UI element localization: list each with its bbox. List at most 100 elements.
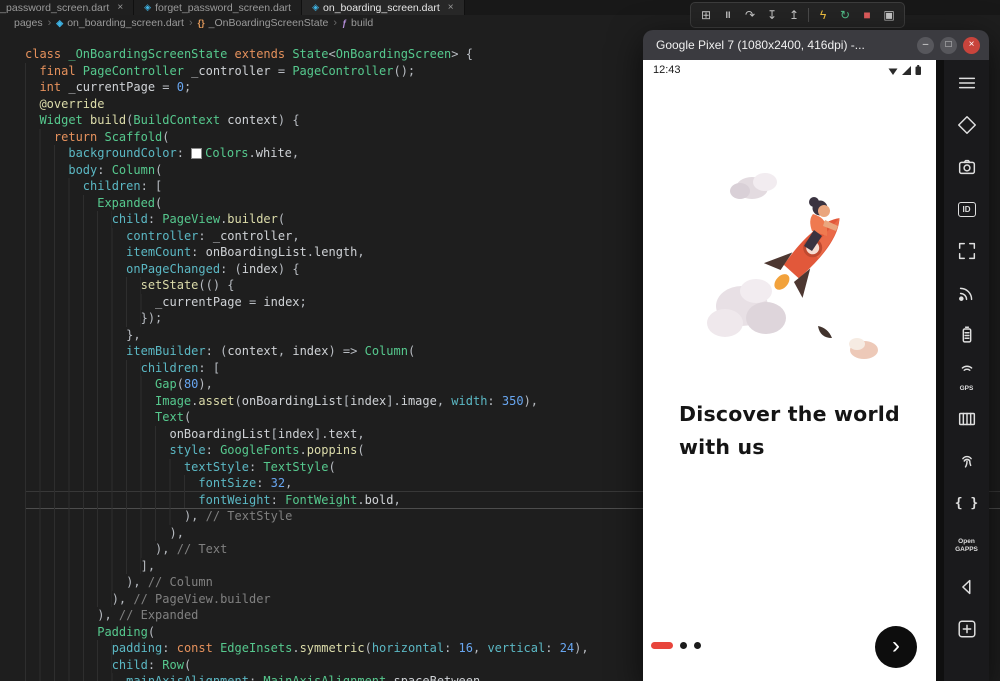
code-token: 24: [559, 641, 575, 655]
open-gapps-button[interactable]: Open GAPPS: [945, 524, 989, 566]
breadcrumb-label: build: [351, 17, 374, 29]
tab-label: forget_password_screen.dart: [155, 1, 292, 14]
code-token: ,: [436, 393, 452, 408]
code-token: builder: [227, 212, 278, 226]
indent-guides: [25, 491, 199, 508]
breadcrumb-item[interactable]: ƒ build: [342, 17, 373, 29]
gps-icon[interactable]: GPS: [945, 356, 989, 398]
code-token: : [: [198, 360, 221, 375]
code-token: <: [328, 47, 336, 61]
code-token: [: [342, 393, 351, 408]
indent-guides: [25, 343, 127, 360]
identifiers-icon[interactable]: ID: [945, 188, 989, 230]
code-token: 80: [183, 377, 199, 391]
breadcrumb-item[interactable]: ◈ on_boarding_screen.dart: [56, 17, 184, 29]
exhaust-cloud: [706, 279, 786, 337]
fullscreen-icon[interactable]: [945, 230, 989, 272]
code-token: ,: [292, 228, 300, 243]
code-token: (() {: [198, 278, 235, 292]
battery-icon[interactable]: [945, 314, 989, 356]
hot-restart-icon[interactable]: ↻: [834, 4, 856, 26]
page-dot[interactable]: [680, 642, 687, 649]
code-token: ),: [111, 591, 134, 606]
code-token: :: [270, 492, 286, 507]
page-dot-active[interactable]: [651, 642, 673, 649]
code-token: 350: [501, 393, 524, 408]
indent-guides: [25, 673, 127, 681]
code-token: PageView: [162, 212, 221, 226]
step-over-icon[interactable]: ↷: [739, 4, 761, 26]
stop-icon[interactable]: ■: [856, 4, 878, 26]
code-token: :: [147, 212, 163, 226]
code-token: :: [545, 641, 560, 655]
baseband-icon[interactable]: [945, 398, 989, 440]
page-dot[interactable]: [694, 642, 701, 649]
code-token: (: [328, 459, 336, 474]
code-token: MainAxisAlignment: [263, 674, 387, 681]
indent-guides: [25, 640, 112, 657]
tab-label: on_boarding_screen.dart: [323, 1, 440, 14]
next-button[interactable]: ›: [875, 626, 917, 668]
network-icon[interactable]: [945, 272, 989, 314]
code-token: fontWeight: [198, 492, 271, 507]
biometrics-icon[interactable]: [945, 440, 989, 482]
code-token: // Expanded: [118, 608, 199, 622]
code-token: :: [248, 459, 264, 474]
breadcrumb-item[interactable]: pages: [14, 17, 43, 29]
emulator-titlebar[interactable]: Google Pixel 7 (1080x2400, 416dpi) -... …: [643, 30, 989, 60]
code-token: ),: [523, 393, 539, 408]
code-token: context: [227, 113, 278, 127]
emulator-body: 12:43 Discover the world with us › ID GP…: [643, 60, 989, 681]
indent-guides: [25, 607, 98, 624]
pause-icon[interactable]: II: [717, 4, 739, 26]
code-token: ),: [198, 377, 213, 391]
code-token: ) {: [277, 113, 300, 127]
code-token: ();: [393, 63, 416, 78]
code-token: // TextStyle: [205, 509, 293, 523]
code-token: image: [400, 393, 437, 408]
close-tab-icon[interactable]: ×: [117, 2, 123, 13]
step-out-icon[interactable]: ↥: [783, 4, 805, 26]
maximize-button[interactable]: □: [940, 36, 957, 54]
code-token: int: [39, 80, 69, 94]
more-icon[interactable]: [945, 608, 989, 650]
layout-grid-icon[interactable]: ⊞: [695, 4, 717, 26]
breadcrumb-label: pages: [14, 17, 43, 29]
close-button[interactable]: ×: [963, 36, 980, 54]
editor-tab[interactable]: ◈ on_boarding_screen.dart ×: [302, 0, 465, 15]
rotate-device-icon[interactable]: [945, 104, 989, 146]
developer-shell-icon[interactable]: { }: [945, 482, 989, 524]
menu-icon[interactable]: [945, 62, 989, 104]
code-token: (: [364, 641, 372, 655]
back-icon[interactable]: [945, 566, 989, 608]
code-token: child: [111, 212, 148, 226]
inspector-icon[interactable]: ▣: [878, 4, 900, 26]
screenshot-icon[interactable]: [945, 146, 989, 188]
minimize-button[interactable]: –: [917, 36, 934, 54]
code-token: mainAxisAlignment: [126, 674, 249, 681]
code-token: 16: [458, 641, 473, 655]
editor-tab[interactable]: ◈ forget_password_screen.dart: [134, 0, 303, 15]
code-token: .: [220, 212, 228, 226]
editor-tab[interactable]: ◈y_password_screen.dart×: [0, 0, 135, 15]
code-token: (: [357, 443, 365, 457]
code-token: Scaffold: [104, 129, 163, 144]
code-token: onPageChanged: [126, 261, 221, 276]
indent-guides: [25, 541, 156, 558]
code-token: .: [306, 245, 315, 259]
hot-reload-icon[interactable]: ϟ: [812, 4, 834, 26]
code-token: :: [147, 657, 163, 672]
breadcrumb-item[interactable]: {} _OnBoardingScreenState: [198, 17, 329, 29]
class-icon: {}: [197, 18, 205, 28]
code-token: vertical: [487, 641, 546, 655]
code-token: child: [111, 657, 148, 672]
code-token: return: [53, 129, 105, 144]
code-token: =: [277, 63, 293, 78]
indent-guides: [25, 392, 156, 409]
close-tab-icon[interactable]: ×: [448, 2, 454, 13]
code-token: (: [183, 657, 192, 672]
code-token: OnBoardingScreen: [335, 47, 452, 61]
step-into-icon[interactable]: ↧: [761, 4, 783, 26]
indent-guides: [25, 359, 141, 376]
id-label: ID: [957, 201, 976, 217]
